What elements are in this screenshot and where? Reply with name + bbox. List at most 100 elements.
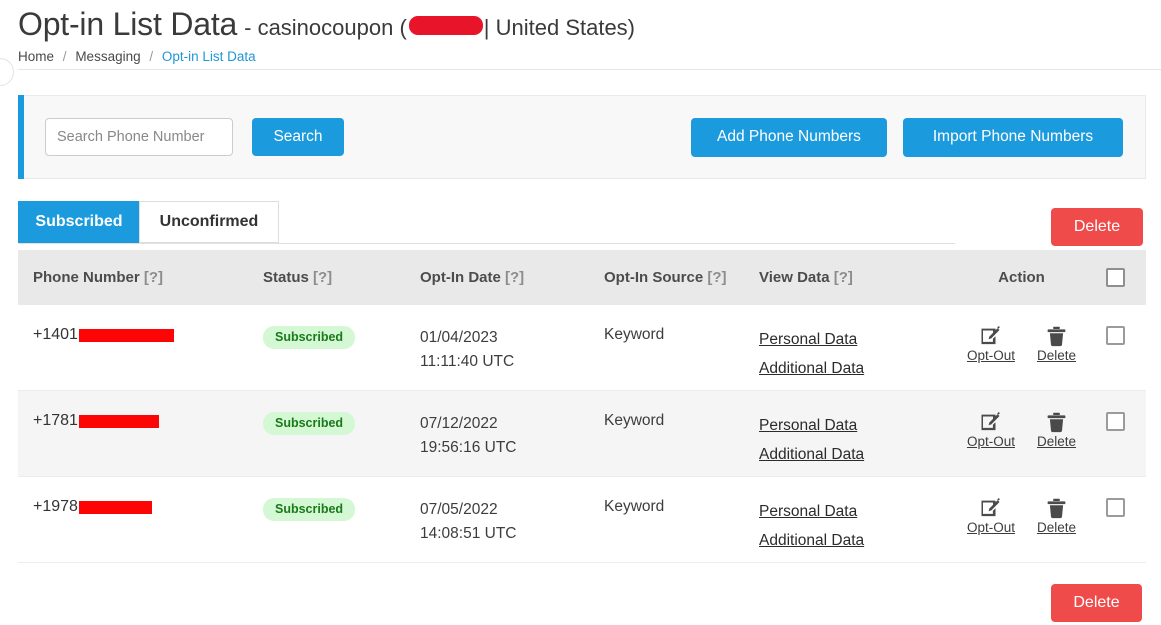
cell-optin-date: 07/05/2022 14:08:51 UTC <box>420 498 604 546</box>
tab-unconfirmed[interactable]: Unconfirmed <box>139 201 279 243</box>
table-header-row: Phone Number [?] Status [?] Opt-In Date … <box>18 250 1146 305</box>
delete-row-action[interactable]: Delete <box>1037 326 1076 363</box>
delete-row-label: Delete <box>1036 520 1077 535</box>
cell-optin-source: Keyword <box>604 412 665 429</box>
column-label: Phone Number <box>33 269 140 286</box>
select-all-checkbox[interactable] <box>1105 268 1125 287</box>
cell-action: Opt-Out Delete <box>959 412 1084 449</box>
panel-actions: Add Phone Numbers Import Phone Numbers <box>691 117 1123 157</box>
additional-data-link[interactable]: Additional Data <box>759 355 959 384</box>
optin-time-value: 14:08:51 UTC <box>420 525 517 543</box>
cell-select <box>1084 326 1146 345</box>
additional-data-link[interactable]: Additional Data <box>759 527 959 556</box>
add-phone-numbers-button[interactable]: Add Phone Numbers <box>691 117 887 157</box>
column-header-optin-date: Opt-In Date [?] <box>420 269 604 286</box>
edit-pencil-icon <box>980 498 1002 519</box>
cell-status: Subscribed <box>263 498 420 521</box>
help-hint-icon[interactable]: [?] <box>144 269 163 286</box>
phone-number-value: +1781 <box>33 412 263 430</box>
column-label: Action <box>998 269 1045 286</box>
tabs-underline <box>18 243 955 244</box>
cell-optin-source: Keyword <box>604 326 665 343</box>
row-select-checkbox[interactable] <box>1105 326 1125 345</box>
help-hint-icon[interactable]: [?] <box>505 269 524 286</box>
breadcrumb-item-current[interactable]: Opt-in List Data <box>162 49 256 64</box>
status-badge: Subscribed <box>263 412 356 435</box>
cell-status: Subscribed <box>263 326 420 349</box>
opt-out-action[interactable]: Opt-Out <box>967 326 1015 363</box>
tab-subscribed[interactable]: Subscribed <box>18 201 140 243</box>
cell-action: Opt-Out Delete <box>959 326 1084 363</box>
delete-button-bottom[interactable]: Delete <box>1051 584 1142 622</box>
column-header-phone-number: Phone Number [?] <box>18 269 263 286</box>
delete-row-label: Delete <box>1036 348 1077 363</box>
column-label: View Data <box>759 269 830 286</box>
delete-row-action[interactable]: Delete <box>1037 498 1076 535</box>
cell-optin-date: 07/12/2022 19:56:16 UTC <box>420 412 604 460</box>
optin-date-value: 07/12/2022 <box>420 415 498 432</box>
page-title-main: Opt-in List Data <box>18 6 238 42</box>
redaction-bar-phone <box>78 500 152 514</box>
page-root: Opt-in List Data - casinocoupon ( | Unit… <box>0 0 1161 625</box>
page-title: Opt-in List Data - casinocoupon ( | Unit… <box>18 6 1161 43</box>
tab-list: Subscribed Unconfirmed <box>18 201 279 243</box>
delete-row-action[interactable]: Delete <box>1037 412 1076 449</box>
breadcrumb-separator: / <box>149 49 154 64</box>
search-button[interactable]: Search <box>252 118 344 156</box>
opt-out-label: Opt-Out <box>966 348 1015 363</box>
breadcrumb-item-messaging[interactable]: Messaging <box>75 49 140 64</box>
opt-out-action[interactable]: Opt-Out <box>967 498 1015 535</box>
trash-icon <box>1046 498 1067 519</box>
breadcrumb-item-home[interactable]: Home <box>18 49 54 64</box>
personal-data-link[interactable]: Personal Data <box>759 412 959 441</box>
cell-select <box>1084 498 1146 517</box>
phone-number-value: +1978 <box>33 498 263 516</box>
column-label: Opt-In Date <box>420 269 501 286</box>
delete-button-top[interactable]: Delete <box>1051 208 1143 246</box>
table-row: +1978 Subscribed 07/05/2022 14:08:51 UTC Key… <box>18 477 1146 563</box>
column-header-action: Action <box>959 269 1084 286</box>
table-body: +1401 Subscribed 01/04/2023 11:11:40 UTC Key… <box>18 305 1146 563</box>
column-header-view-data: View Data [?] <box>759 269 959 286</box>
tabs-row: Subscribed Unconfirmed Delete <box>18 201 1146 249</box>
cell-phone-number: +1781 <box>18 412 263 430</box>
cell-action: Opt-Out Delete <box>959 498 1084 535</box>
row-select-checkbox[interactable] <box>1105 412 1125 431</box>
page-header: Opt-in List Data - casinocoupon ( | Unit… <box>0 0 1161 86</box>
import-phone-numbers-button[interactable]: Import Phone Numbers <box>903 117 1123 157</box>
opt-out-action[interactable]: Opt-Out <box>967 412 1015 449</box>
cell-view-data: Personal Data Additional Data <box>759 412 959 469</box>
additional-data-link[interactable]: Additional Data <box>759 441 959 470</box>
optin-list-table: Phone Number [?] Status [?] Opt-In Date … <box>18 250 1146 563</box>
help-hint-icon[interactable]: [?] <box>313 269 332 286</box>
row-select-checkbox[interactable] <box>1105 498 1125 517</box>
breadcrumb-separator: / <box>62 49 67 64</box>
search-input[interactable] <box>45 118 233 156</box>
help-hint-icon[interactable]: [?] <box>707 269 726 286</box>
opt-out-label: Opt-Out <box>966 520 1015 535</box>
trash-icon <box>1046 326 1067 347</box>
help-hint-icon[interactable]: [?] <box>834 269 853 286</box>
optin-date-value: 07/05/2022 <box>420 501 498 518</box>
search-panel-body: Search Add Phone Numbers Import Phone Nu… <box>24 95 1146 179</box>
edit-pencil-icon <box>980 326 1002 347</box>
personal-data-link[interactable]: Personal Data <box>759 326 959 355</box>
cell-optin-source: Keyword <box>604 498 665 515</box>
optin-time-value: 11:11:40 UTC <box>420 353 515 371</box>
cell-select <box>1084 412 1146 431</box>
table-row: +1781 Subscribed 07/12/2022 19:56:16 UTC Key… <box>18 391 1146 477</box>
column-label: Status <box>263 269 309 286</box>
trash-icon <box>1046 412 1067 433</box>
cell-phone-number: +1401 <box>18 326 263 344</box>
optin-date-value: 01/04/2023 <box>420 329 498 346</box>
status-badge: Subscribed <box>263 326 356 349</box>
column-header-status: Status [?] <box>263 269 420 286</box>
column-header-optin-source: Opt-In Source [?] <box>604 269 759 286</box>
personal-data-link[interactable]: Personal Data <box>759 498 959 527</box>
page-title-country: | United States) <box>483 15 636 40</box>
search-panel: Search Add Phone Numbers Import Phone Nu… <box>18 95 1146 179</box>
status-badge: Subscribed <box>263 498 356 521</box>
breadcrumb: Home / Messaging / Opt-in List Data <box>18 49 1161 64</box>
header-divider <box>18 69 1161 70</box>
delete-row-label: Delete <box>1036 434 1077 449</box>
